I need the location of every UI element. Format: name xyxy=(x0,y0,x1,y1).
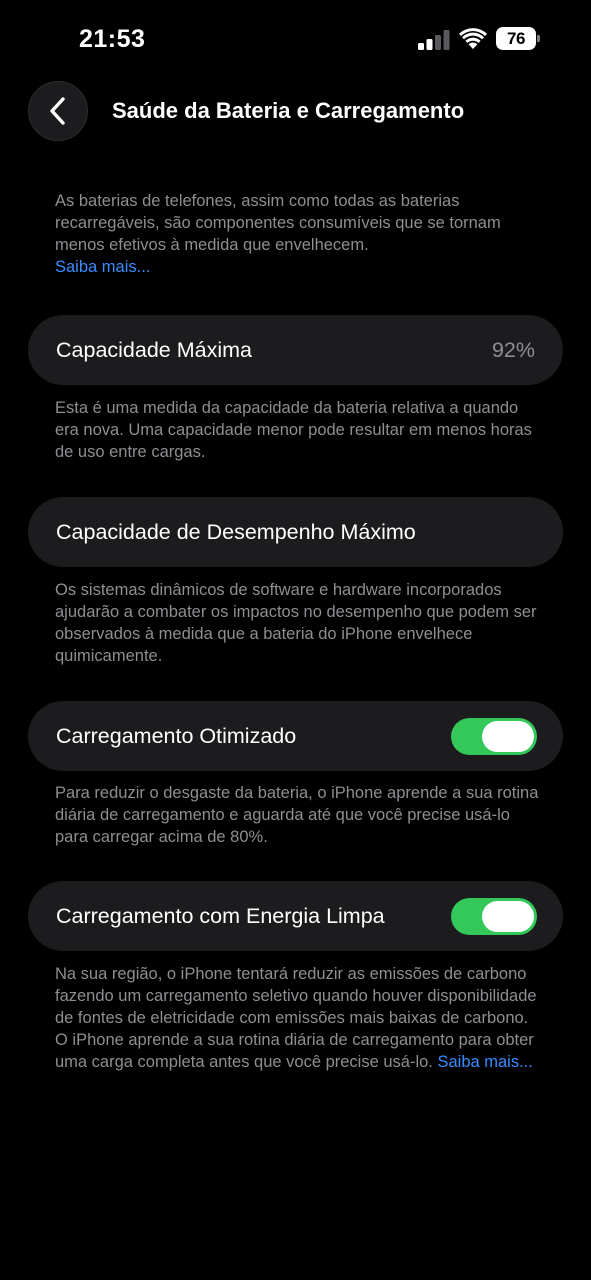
optimized-charging-label: Carregamento Otimizado xyxy=(56,723,297,748)
clean-energy-toggle[interactable] xyxy=(451,897,537,935)
status-time: 21:53 xyxy=(79,25,146,53)
cellular-signal-icon xyxy=(418,30,450,50)
max-capacity-label: Capacidade Máxima xyxy=(56,337,252,362)
back-button[interactable] xyxy=(28,81,88,141)
clean-energy-learn-more-link[interactable]: Saiba mais... xyxy=(437,1053,532,1071)
max-capacity-value: 92% xyxy=(491,337,535,362)
clean-energy-cell: Carregamento com Energia Limpa xyxy=(28,881,563,951)
toggle-knob xyxy=(482,720,534,752)
clean-energy-description: Na sua região, o iPhone tentará reduzir … xyxy=(55,963,545,1073)
wifi-icon xyxy=(459,28,487,49)
status-bar: 21:53 76 xyxy=(0,0,591,80)
clean-energy-label: Carregamento com Energia Limpa xyxy=(56,903,385,928)
learn-more-link[interactable]: Saiba mais... xyxy=(55,258,150,276)
max-capacity-description: Esta é uma medida da capacidade da bater… xyxy=(55,399,532,461)
peak-performance-cell: Capacidade de Desempenho Máximo xyxy=(28,497,563,567)
battery-level: 76 xyxy=(507,28,525,48)
page-title: Saúde da Bateria e Carregamento xyxy=(112,98,465,123)
battery-health-screen: 21:53 76 Saúde da Bateria e Carregamento xyxy=(0,0,591,1280)
peak-performance-description: Os sistemas dinâmicos de software e hard… xyxy=(55,581,537,665)
battery-cap xyxy=(537,35,540,42)
intro-description: As baterias de telefones, assim como tod… xyxy=(55,192,501,254)
chevron-left-icon xyxy=(50,97,65,125)
optimized-charging-toggle[interactable] xyxy=(451,717,537,755)
toggle-knob xyxy=(482,900,534,932)
optimized-charging-description: Para reduzir o desgaste da bateria, o iP… xyxy=(55,784,539,846)
battery-body: 76 xyxy=(496,27,536,50)
battery-icon: 76 xyxy=(496,27,540,50)
intro-text: As baterias de telefones, assim como tod… xyxy=(55,190,545,278)
optimized-charging-cell: Carregamento Otimizado xyxy=(28,701,563,771)
peak-performance-label: Capacidade de Desempenho Máximo xyxy=(56,519,416,544)
max-capacity-cell: Capacidade Máxima 92% xyxy=(28,315,563,385)
